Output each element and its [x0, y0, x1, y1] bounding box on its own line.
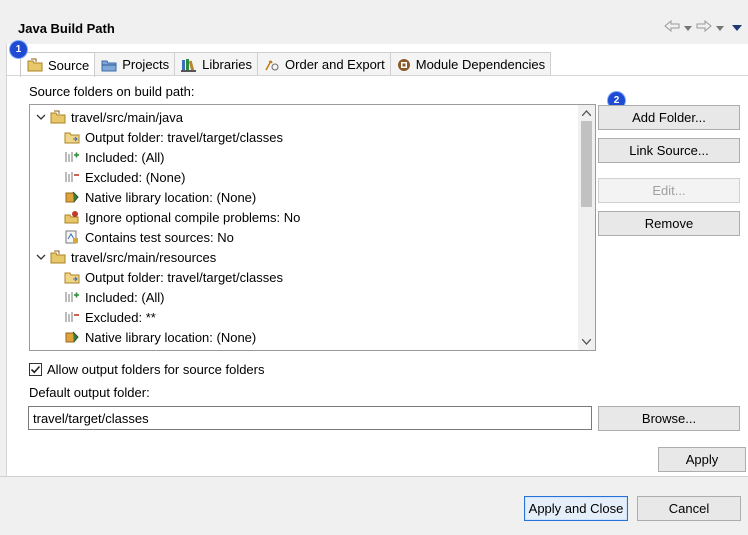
exclusion-filter-icon — [64, 169, 80, 185]
scroll-down-icon[interactable] — [581, 337, 592, 347]
remove-button[interactable]: Remove — [598, 211, 740, 236]
tree-row-label: Excluded: (None) — [85, 169, 186, 185]
tree-row-label: Ignore optional compile problems: No — [85, 350, 300, 351]
project-folder-icon — [101, 58, 117, 72]
link-source-button[interactable]: Link Source... — [598, 138, 740, 163]
tree-row-label: Output folder: travel/target/classes — [85, 269, 283, 285]
tree-vertical-scrollbar[interactable] — [578, 105, 595, 350]
build-path-panel: Source Projects Libraries Order and Expo… — [6, 41, 748, 476]
tree-row-label: Included: (All) — [85, 289, 165, 305]
source-folder-icon — [50, 109, 66, 125]
inclusion-filter-icon — [64, 289, 80, 305]
dialog-header: Java Build Path — [0, 0, 748, 44]
source-folders-label: Source folders on build path: — [29, 84, 195, 99]
add-folder-button[interactable]: Add Folder... — [598, 105, 740, 130]
scroll-up-icon[interactable] — [581, 108, 592, 118]
tree-row-label: Contains test sources: No — [85, 229, 234, 245]
allow-output-checkbox[interactable] — [29, 363, 42, 376]
native-library-icon — [64, 189, 80, 205]
forward-arrow-icon[interactable] — [696, 19, 712, 35]
output-folder-icon — [64, 129, 80, 145]
back-menu-chevron-icon[interactable] — [684, 20, 692, 35]
module-icon — [397, 58, 411, 72]
browse-button[interactable]: Browse... — [598, 406, 740, 431]
history-navigation — [664, 19, 742, 35]
tree-attribute-row[interactable]: Excluded: ** — [64, 307, 156, 327]
tree-folder-row[interactable]: travel/src/main/java — [36, 107, 183, 127]
tree-folder-row[interactable]: travel/src/main/resources — [36, 247, 216, 267]
order-export-icon — [264, 58, 280, 72]
tab-label: Order and Export — [285, 57, 385, 72]
tree-attribute-row[interactable]: Native library location: (None) — [64, 187, 256, 207]
annotation-badge-1: 1 — [10, 41, 27, 58]
tree-attribute-row[interactable]: Included: (All) — [64, 147, 164, 167]
expand-chevron-icon[interactable] — [36, 254, 48, 261]
tree-attribute-row[interactable]: Output folder: travel/target/classes — [64, 267, 283, 287]
default-output-field[interactable] — [28, 406, 592, 430]
allow-output-folders-option[interactable]: Allow output folders for source folders — [29, 362, 265, 377]
tab-source[interactable]: Source — [20, 52, 96, 77]
tree-row-label: Native library location: (None) — [85, 189, 257, 205]
source-folder-icon — [50, 249, 66, 265]
source-folder-icon — [27, 58, 43, 72]
tree-row-label: travel/src/main/java — [71, 109, 183, 125]
tab-label: Projects — [122, 57, 170, 72]
tree-attribute-row[interactable]: Output folder: travel/target/classes — [64, 127, 283, 147]
tree-row-label: Ignore optional compile problems: No — [85, 209, 301, 225]
tree-attribute-row[interactable]: Included: (All) — [64, 287, 164, 307]
tree-row-label: Output folder: travel/target/classes — [85, 129, 283, 145]
tab-order-and-export[interactable]: Order and Export — [257, 52, 391, 76]
test-sources-icon — [64, 229, 80, 245]
tree-row-label: Included: (All) — [85, 149, 165, 165]
footer-divider — [0, 476, 748, 477]
edit-button[interactable]: Edit... — [598, 178, 740, 203]
tab-module-dependencies[interactable]: Module Dependencies — [389, 52, 552, 76]
view-menu-chevron-icon[interactable] — [732, 20, 742, 35]
default-output-label: Default output folder: — [29, 385, 150, 400]
tab-label: Libraries — [202, 57, 253, 72]
tab-projects[interactable]: Projects — [94, 52, 176, 76]
native-library-icon — [64, 329, 80, 345]
ignore-problems-icon — [64, 209, 80, 225]
output-folder-icon — [64, 269, 80, 285]
tree-row-label: Excluded: ** — [85, 309, 156, 325]
source-folders-tree[interactable]: travel/src/main/java Output folder: trave… — [29, 104, 596, 351]
apply-and-close-button[interactable]: Apply and Close — [524, 496, 628, 521]
back-arrow-icon[interactable] — [664, 19, 680, 35]
tab-label: Source — [48, 57, 90, 73]
tree-row-label: Native library location: (None) — [85, 329, 257, 345]
expand-chevron-icon[interactable] — [36, 114, 48, 121]
scrollbar-thumb[interactable] — [581, 121, 592, 207]
tree-attribute-row[interactable]: Contains test sources: No — [64, 227, 234, 247]
allow-output-label: Allow output folders for source folders — [47, 362, 265, 377]
cancel-button[interactable]: Cancel — [637, 496, 741, 521]
exclusion-filter-icon — [64, 309, 80, 325]
inclusion-filter-icon — [64, 149, 80, 165]
tree-attribute-row[interactable]: Excluded: (None) — [64, 167, 185, 187]
apply-button[interactable]: Apply — [658, 447, 746, 472]
tab-divider — [7, 75, 748, 76]
ignore-problems-icon — [64, 349, 80, 350]
tab-label: Module Dependencies — [415, 57, 546, 72]
library-books-icon — [181, 58, 197, 72]
tree-attribute-row[interactable]: Ignore optional compile problems: No — [64, 207, 300, 227]
tree-row-label: travel/src/main/resources — [71, 249, 217, 265]
tab-libraries[interactable]: Libraries — [174, 52, 259, 76]
tab-bar: Source Projects Libraries Order and Expo… — [20, 52, 552, 77]
tree-attribute-row[interactable]: Ignore optional compile problems: No — [64, 347, 300, 351]
tree-attribute-row[interactable]: Native library location: (None) — [64, 327, 256, 347]
page-title: Java Build Path — [18, 21, 115, 36]
forward-menu-chevron-icon[interactable] — [716, 20, 724, 35]
